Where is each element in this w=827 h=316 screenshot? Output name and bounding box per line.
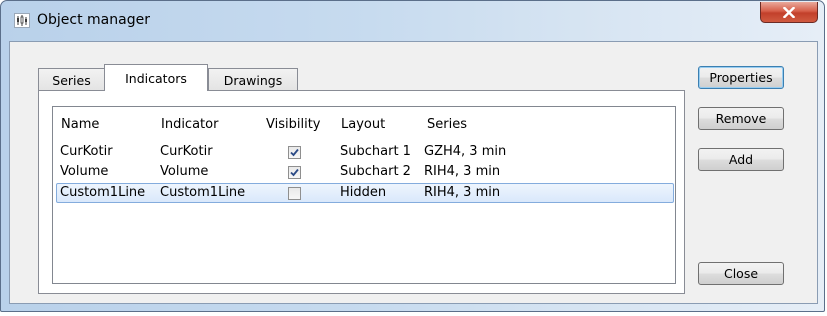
title-bar[interactable]: Object manager — [1, 1, 824, 41]
tab-indicators[interactable]: Indicators — [104, 64, 208, 91]
column-header-indicator[interactable]: Indicator — [155, 110, 260, 138]
close-x-icon — [783, 6, 795, 18]
visibility-checkbox[interactable] — [288, 187, 301, 200]
tab-drawings-label: Drawings — [223, 72, 283, 88]
object-manager-window: Object manager Series Indicators Drawing… — [0, 0, 825, 312]
list-row-selected[interactable]: Custom1Line Custom1Line Hidden RIH4, 3 m… — [56, 183, 674, 203]
cell-name: Volume — [60, 164, 109, 179]
cell-indicator: Volume — [160, 164, 209, 179]
add-button[interactable]: Add — [698, 148, 784, 171]
cell-series: RIH4, 3 min — [424, 164, 501, 179]
cell-series: GZH4, 3 min — [424, 144, 507, 159]
close-button[interactable]: Close — [698, 262, 784, 285]
chart-icon — [14, 13, 30, 28]
list-row[interactable]: Volume Volume Subchart 2 RIH4, 3 min — [56, 163, 674, 181]
list-row[interactable]: CurKotir CurKotir Subchart 1 GZH4, 3 min — [56, 143, 674, 161]
visibility-checkbox[interactable] — [288, 166, 301, 179]
visibility-checkbox[interactable] — [288, 146, 301, 159]
cell-series: RIH4, 3 min — [424, 185, 501, 200]
cell-layout: Hidden — [340, 185, 387, 200]
window-title: Object manager — [37, 12, 150, 28]
cell-name: CurKotir — [60, 144, 113, 159]
cell-layout: Subchart 1 — [340, 144, 411, 159]
cell-indicator: Custom1Line — [160, 185, 246, 200]
window-close-button[interactable] — [760, 2, 818, 23]
checkmark-icon — [290, 168, 299, 177]
column-header-series[interactable]: Series — [421, 110, 541, 138]
cell-layout: Subchart 2 — [340, 164, 411, 179]
cell-indicator: CurKotir — [160, 144, 213, 159]
dialog-client-area: Series Indicators Drawings Name Indicato… — [9, 41, 818, 304]
checkmark-icon — [290, 148, 299, 157]
cell-name: Custom1Line — [60, 185, 146, 200]
column-header-name[interactable]: Name — [55, 110, 155, 138]
indicators-list[interactable]: Name Indicator Visibility Layout Series … — [52, 106, 676, 284]
tab-indicators-label: Indicators — [125, 70, 187, 86]
tab-series-label: Series — [52, 72, 91, 88]
properties-button[interactable]: Properties — [698, 66, 784, 89]
tab-series[interactable]: Series — [38, 68, 105, 91]
column-header-visibility[interactable]: Visibility — [260, 110, 335, 138]
tab-drawings[interactable]: Drawings — [208, 68, 298, 91]
remove-button[interactable]: Remove — [698, 107, 784, 130]
column-header-layout[interactable]: Layout — [335, 110, 421, 138]
